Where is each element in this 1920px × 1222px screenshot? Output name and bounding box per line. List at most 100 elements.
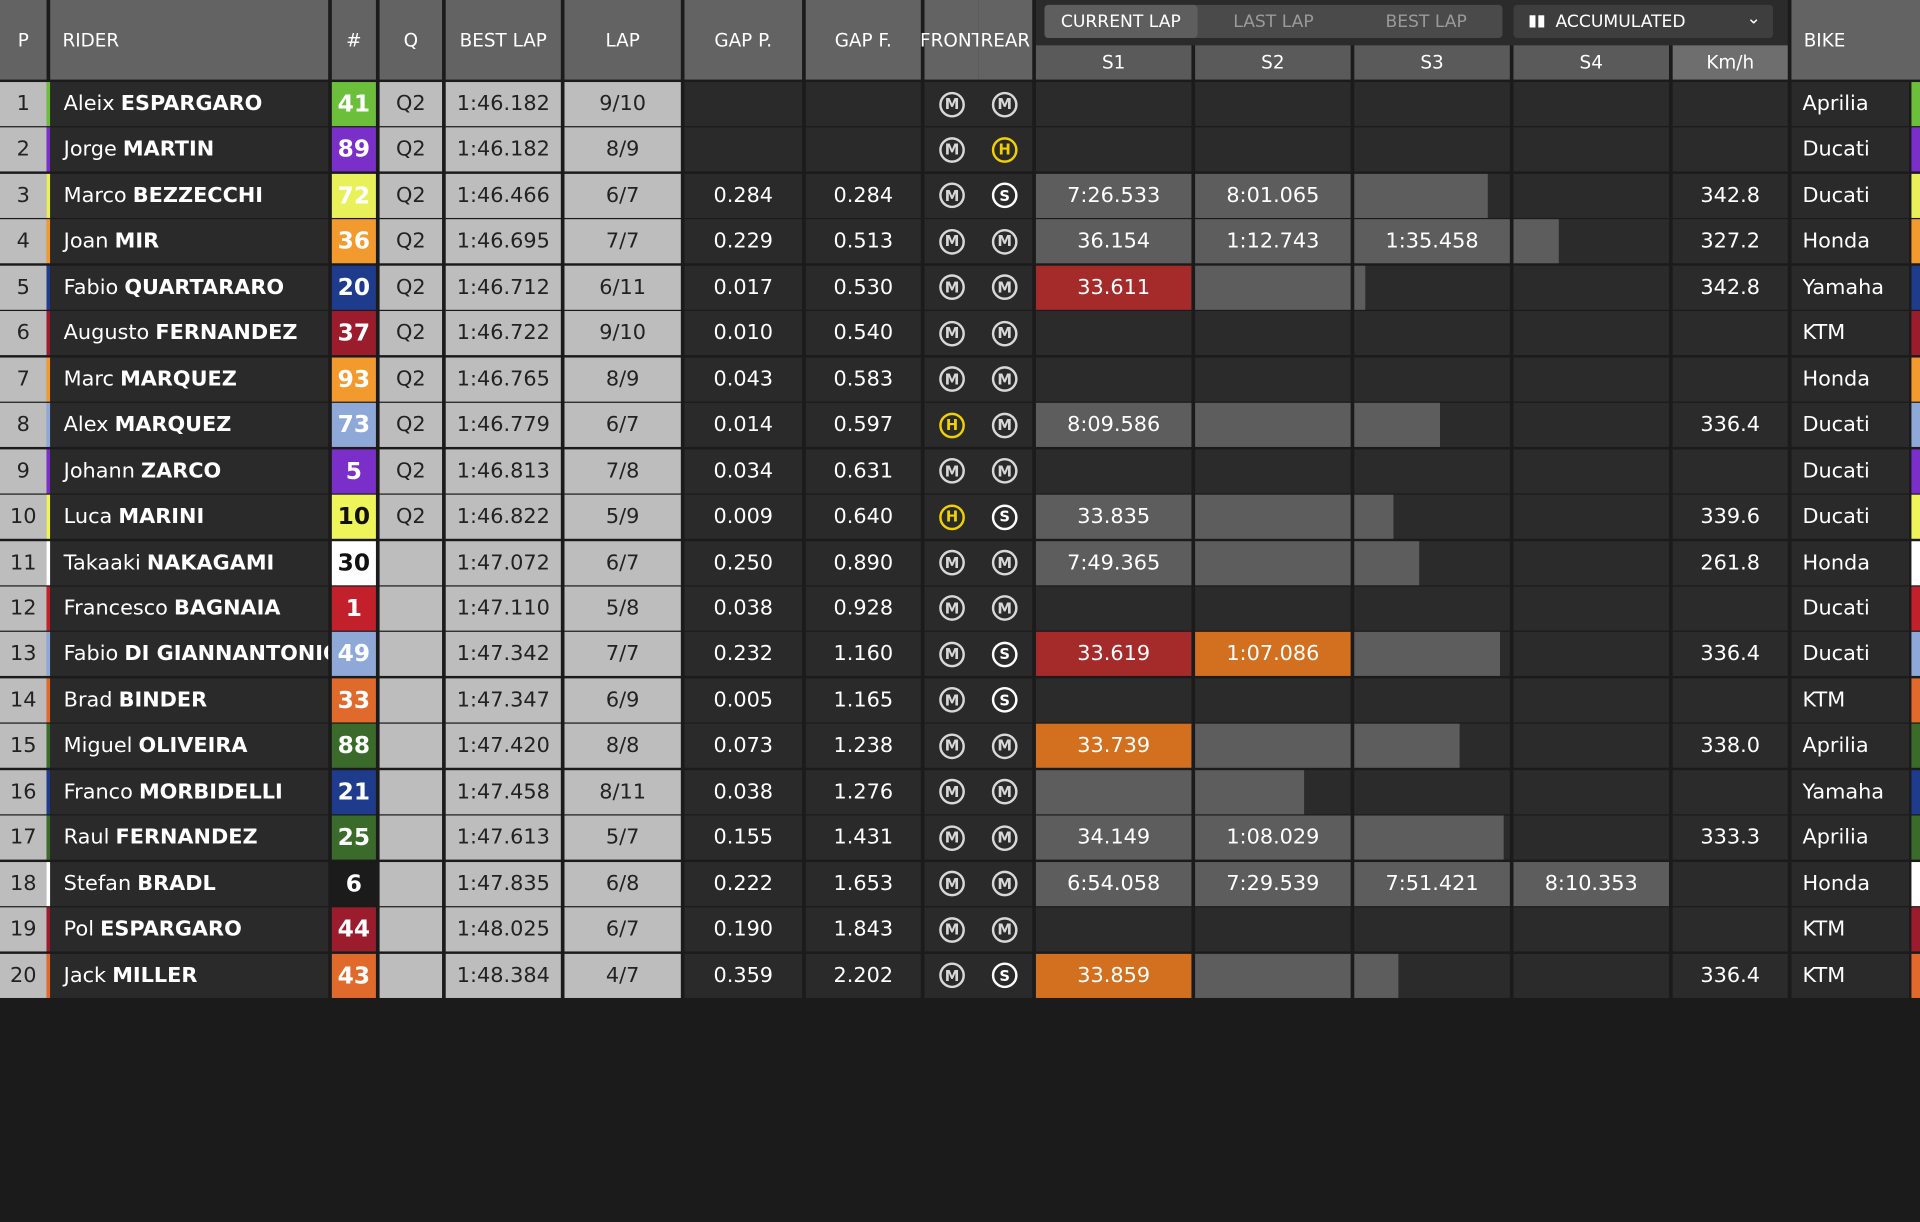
sector-4-cell <box>1513 724 1669 769</box>
bike-cell: Ducati <box>1791 448 1909 493</box>
rider-name[interactable]: Pol ESPARGARO <box>50 907 329 952</box>
sector-3-cell <box>1354 403 1510 448</box>
sector-2-cell: 1:12.743 <box>1195 219 1351 264</box>
table-row[interactable]: 5 Fabio QUARTARARO 20 Q2 1:46.712 6/11 0.017 0.5… <box>0 265 1920 310</box>
sector-1-cell: 8:09.586 <box>1035 403 1192 448</box>
table-row[interactable]: 3 Marco BEZZECCHI 72 Q2 1:46.466 6/7 0.284 0.284… <box>0 173 1920 219</box>
rider-name[interactable]: Joan MIR <box>50 219 329 264</box>
rider-name[interactable]: Aleix ESPARGARO <box>50 82 329 127</box>
gap-first-cell: 0.890 <box>805 540 921 585</box>
front-tyre-icon: M <box>939 870 965 897</box>
table-row[interactable]: 1 Aleix ESPARGARO 41 Q2 1:46.182 9/10 M M Aprilia <box>0 82 1920 127</box>
sector-1-cell <box>1035 448 1192 493</box>
sector-progress-bar <box>1195 953 1351 998</box>
sector-3-cell <box>1354 494 1510 539</box>
table-row[interactable]: 2 Jorge MARTIN 89 Q2 1:46.182 8/9 M H Ducati <box>0 127 1920 173</box>
lap-cell: 4/7 <box>564 953 681 998</box>
tab-current-lap[interactable]: CURRENT LAP <box>1044 4 1198 38</box>
rider-name[interactable]: Johann ZARCO <box>50 448 329 493</box>
bike-cell: Honda <box>1791 357 1909 402</box>
table-row[interactable]: 12 Francesco BAGNAIA 1 1:47.110 5/8 0.038 0.928… <box>0 586 1920 631</box>
timing-board: P RIDER # Q BEST LAP LAP GAP P. GAP F. F… <box>0 0 1920 1222</box>
table-row[interactable]: 16 Franco MORBIDELLI 21 1:47.458 8/11 0.038 1.2… <box>0 769 1920 815</box>
lap-cell: 6/7 <box>564 540 681 585</box>
tyre-cell: MM <box>924 311 1033 356</box>
table-row[interactable]: 9 Johann ZARCO 5 Q2 1:46.813 7/8 0.034 0.631 M M Du… <box>0 448 1920 494</box>
table-row[interactable]: 13 Fabio DI GIANNANTONIO 49 1:47.342 7/7 0.232… <box>0 632 1920 677</box>
gap-previous-cell: 0.017 <box>684 265 803 310</box>
table-row[interactable]: 19 Pol ESPARGARO 44 1:48.025 6/7 0.190 1.843 M M K… <box>0 907 1920 952</box>
sector-3-cell: 7:51.421 <box>1354 861 1510 906</box>
rider-name[interactable]: Takaaki NAKAGAMI <box>50 540 329 585</box>
rider-name[interactable]: Augusto FERNANDEZ <box>50 311 329 356</box>
rider-last-name: BRADL <box>137 871 216 896</box>
sector-4-cell <box>1513 586 1669 631</box>
best-lap-cell: 1:47.835 <box>445 861 561 906</box>
rider-name[interactable]: Franco MORBIDELLI <box>50 769 329 814</box>
rider-name[interactable]: Jack MILLER <box>50 953 329 998</box>
header-s2: S2 <box>1195 45 1351 80</box>
rider-name[interactable]: Marco BEZZECCHI <box>50 173 329 218</box>
sector-progress-bar <box>1354 953 1398 998</box>
rider-first-name: Fabio <box>63 642 119 667</box>
front-tyre-icon: M <box>939 228 965 255</box>
rider-name[interactable]: Raul FERNANDEZ <box>50 815 329 860</box>
table-row[interactable]: 8 Alex MARQUEZ 73 Q2 1:46.779 6/7 0.014 0.597 H M 8… <box>0 403 1920 448</box>
rider-name[interactable]: Francesco BAGNAIA <box>50 586 329 631</box>
gap-first-cell: 0.530 <box>805 265 921 310</box>
tyre-cell: MM <box>924 82 1033 127</box>
gap-previous-cell: 0.232 <box>684 632 803 677</box>
position-cell: 16 <box>0 769 47 814</box>
rear-tyre-icon: M <box>991 458 1018 484</box>
gap-previous-cell: 0.284 <box>684 173 803 218</box>
sector-4-cell <box>1513 678 1669 723</box>
sector-2-cell <box>1195 127 1351 172</box>
rider-name[interactable]: Stefan BRADL <box>50 861 329 906</box>
chevron-down-icon: ⌄ <box>1746 8 1761 29</box>
table-row[interactable]: 20 Jack MILLER 43 1:48.384 4/7 0.359 2.202 M S 33.… <box>0 953 1920 998</box>
table-row[interactable]: 10 Luca MARINI 10 Q2 1:46.822 5/9 0.009 0.640 H S 3… <box>0 494 1920 540</box>
table-row[interactable]: 6 Augusto FERNANDEZ 37 Q2 1:46.722 9/10 0.010 0.… <box>0 311 1920 356</box>
bike-cell: Yamaha <box>1791 265 1909 310</box>
table-row[interactable]: 4 Joan MIR 36 Q2 1:46.695 7/7 0.229 0.513 M M 36.15… <box>0 219 1920 265</box>
sector-3-cell <box>1354 357 1510 402</box>
best-lap-cell: 1:47.420 <box>445 724 561 769</box>
speed-cell <box>1672 907 1788 952</box>
qualifying-cell <box>379 678 443 723</box>
accumulated-dropdown[interactable]: ▮▮ ACCUMULATED ⌄ <box>1513 4 1774 38</box>
table-row[interactable]: 18 Stefan BRADL 6 1:47.835 6/8 0.222 1.653 M M 6:5… <box>0 861 1920 907</box>
bike-color-edge <box>1911 494 1920 539</box>
speed-cell: 333.3 <box>1672 815 1788 860</box>
rider-first-name: Marc <box>63 366 114 392</box>
gap-first-cell: 0.284 <box>805 173 921 218</box>
rider-first-name: Franco <box>63 779 133 805</box>
rider-name[interactable]: Jorge MARTIN <box>50 127 329 172</box>
table-row[interactable]: 17 Raul FERNANDEZ 25 1:47.613 5/7 0.155 1.431 M M… <box>0 815 1920 861</box>
lap-cell: 8/9 <box>564 357 681 402</box>
front-tyre-icon: M <box>939 687 965 714</box>
rear-tyre-icon: M <box>991 824 1018 851</box>
rider-name[interactable]: Luca MARINI <box>50 494 329 539</box>
rider-name[interactable]: Fabio DI GIANNANTONIO <box>50 632 329 677</box>
sector-3-cell <box>1354 953 1510 998</box>
rider-name[interactable]: Miguel OLIVEIRA <box>50 724 329 769</box>
lap-cell: 7/8 <box>564 448 681 493</box>
table-row[interactable]: 7 Marc MARQUEZ 93 Q2 1:46.765 8/9 0.043 0.583 M M H… <box>0 357 1920 402</box>
table-row[interactable]: 15 Miguel OLIVEIRA 88 1:47.420 8/8 0.073 1.238 M… <box>0 724 1920 769</box>
sector-time: 6:54.058 <box>1067 871 1161 896</box>
table-row[interactable]: 11 Takaaki NAKAGAMI 30 1:47.072 6/7 0.250 0.890… <box>0 540 1920 586</box>
table-row[interactable]: 14 Brad BINDER 33 1:47.347 6/9 0.005 1.165 M S KTM <box>0 678 1920 723</box>
sector-4-cell <box>1513 265 1669 310</box>
tab-best-lap[interactable]: BEST LAP <box>1350 5 1503 38</box>
rider-first-name: Jack <box>63 963 107 988</box>
rider-name[interactable]: Fabio QUARTARARO <box>50 265 329 310</box>
rider-name[interactable]: Marc MARQUEZ <box>50 357 329 402</box>
tyre-cell: MM <box>924 448 1033 493</box>
rider-name[interactable]: Brad BINDER <box>50 678 329 723</box>
tab-last-lap[interactable]: LAST LAP <box>1197 5 1350 38</box>
qualifying-cell: Q2 <box>379 173 443 218</box>
sector-2-cell <box>1195 586 1351 631</box>
qualifying-cell: Q2 <box>379 357 443 402</box>
rider-name[interactable]: Alex MARQUEZ <box>50 403 329 448</box>
rider-last-name: NAKAGAMI <box>146 550 275 575</box>
